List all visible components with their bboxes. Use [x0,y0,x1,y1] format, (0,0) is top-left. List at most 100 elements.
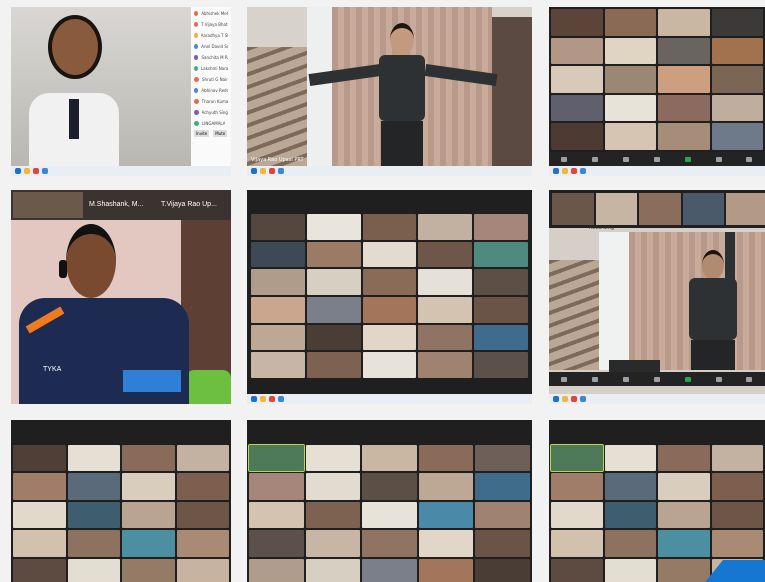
chat-icon[interactable] [653,376,660,382]
windows-icon[interactable] [553,396,559,402]
participant-video[interactable] [711,123,763,150]
invite-button[interactable]: Invite [194,130,210,137]
thumbnail-video[interactable] [595,193,638,225]
participant-video[interactable] [475,501,530,529]
participant-video[interactable] [475,445,530,472]
share-screen-icon[interactable] [684,376,691,382]
participant-video[interactable] [418,473,474,500]
participant-video[interactable] [551,94,603,122]
participant-video[interactable] [362,558,417,582]
participants-icon[interactable] [623,376,630,382]
chat-item[interactable]: Abhinav Reddy [194,86,228,95]
participant-video[interactable] [551,9,603,36]
participant-video[interactable] [711,9,763,36]
browser-icon[interactable] [571,168,577,174]
app-icon[interactable] [42,168,48,174]
app-icon[interactable] [278,396,284,402]
chat-item[interactable]: T Vijaya Bhat Rd [194,20,228,29]
participant-video[interactable] [418,296,473,323]
thumbnail-video[interactable] [639,193,681,225]
participant-video[interactable] [13,445,66,472]
browser-icon[interactable] [571,396,577,402]
app-icon[interactable] [580,396,586,402]
participant-video[interactable] [604,123,656,150]
participant-video[interactable] [305,501,361,529]
participant-video[interactable] [418,530,474,557]
participant-video[interactable] [67,501,120,529]
app-icon[interactable] [580,168,586,174]
app-icon[interactable] [278,168,284,174]
participant-video[interactable] [604,558,656,582]
browser-icon[interactable] [269,168,275,174]
thumbnail-video[interactable] [726,193,765,225]
participant-video[interactable] [122,530,175,557]
participant-video[interactable] [305,445,361,472]
participant-video[interactable] [418,352,473,378]
mic-icon[interactable] [561,156,568,162]
participant-video[interactable] [306,241,361,268]
participant-video[interactable] [550,443,604,473]
participant-video[interactable] [251,296,305,323]
participant-video[interactable] [306,324,361,351]
participant-video[interactable] [474,324,528,351]
participant-video[interactable] [711,501,763,529]
chat-icon[interactable] [653,156,660,162]
participant-video[interactable] [604,530,656,557]
windows-icon[interactable] [251,168,257,174]
camera-icon[interactable] [592,156,599,162]
participant-video[interactable] [474,296,528,323]
chat-item[interactable]: Achyuth Singh [194,108,228,117]
thumbnail-video[interactable] [552,193,594,225]
participant-video[interactable] [475,558,530,582]
participant-video[interactable] [122,473,175,500]
browser-icon[interactable] [33,168,39,174]
chat-item[interactable]: LINGAMALA [194,119,228,128]
folder-icon[interactable] [562,168,568,174]
participant-video[interactable] [176,530,229,557]
participant-video[interactable] [362,296,417,323]
participant-video[interactable] [251,241,305,268]
folder-icon[interactable] [260,168,266,174]
participant-video[interactable] [551,501,603,529]
participant-video[interactable] [362,352,417,378]
camera-icon[interactable] [592,376,599,382]
share-screen-icon[interactable] [684,156,691,162]
windows-icon[interactable] [15,168,21,174]
participant-video[interactable] [362,445,417,472]
participant-video[interactable] [604,94,656,122]
participant-video[interactable] [248,443,305,473]
participant-video[interactable] [251,324,305,351]
participant-video[interactable] [306,296,361,323]
reactions-icon[interactable] [746,156,753,162]
folder-icon[interactable] [24,168,30,174]
chat-panel[interactable]: Abhishek Mehta T Vijaya Bhat Rd Aaradhya… [191,7,231,166]
participant-video[interactable] [711,37,763,65]
participant-video[interactable] [13,501,66,529]
thumbnail-video[interactable] [682,193,725,225]
participant-video[interactable] [604,9,656,36]
participant-video[interactable] [362,324,417,351]
participant-video[interactable] [305,530,361,557]
windows-icon[interactable] [251,396,257,402]
participant-video[interactable] [176,445,229,472]
participant-video[interactable] [13,530,66,557]
participant-video[interactable] [122,445,175,472]
participant-video[interactable] [305,473,361,500]
participant-video[interactable] [658,530,710,557]
participant-video[interactable] [604,445,656,472]
thumbnail-video[interactable] [13,192,83,218]
participant-video[interactable] [67,530,120,557]
participant-video[interactable] [658,123,710,150]
participant-video[interactable] [13,558,66,582]
participant-video[interactable] [249,501,304,529]
participant-video[interactable] [249,530,304,557]
reactions-icon[interactable] [746,376,753,382]
participant-video[interactable] [474,241,528,268]
participant-video[interactable] [418,214,473,240]
participant-video[interactable] [604,66,656,93]
mic-icon[interactable] [561,376,568,382]
participant-video[interactable] [67,445,120,472]
participant-video[interactable] [418,269,473,295]
participant-video[interactable] [13,473,66,500]
participant-video[interactable] [474,352,528,378]
